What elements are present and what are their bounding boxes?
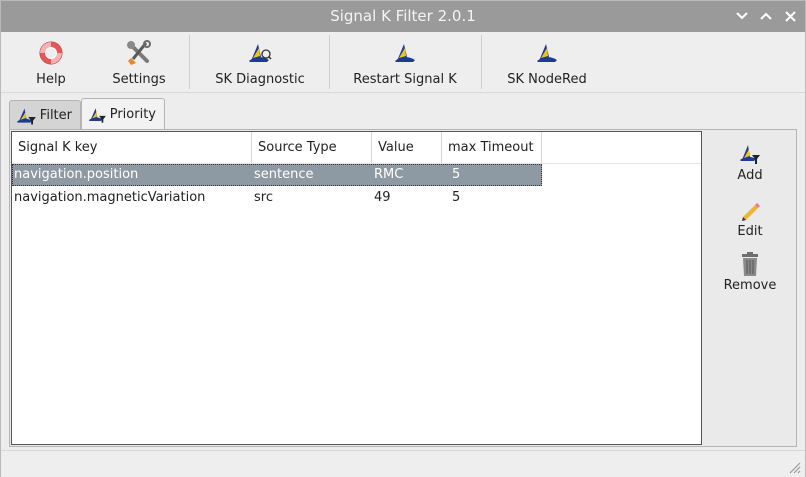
- minimize-button[interactable]: [733, 7, 751, 25]
- table-row[interactable]: navigation.magneticVariation src 49 5: [12, 187, 542, 209]
- sk-diagnostic-label: SK Diagnostic: [215, 72, 305, 87]
- settings-label: Settings: [112, 72, 166, 87]
- tools-icon: [127, 40, 151, 65]
- help-label: Help: [36, 72, 66, 87]
- tab-priority-label: Priority: [109, 107, 156, 122]
- sk-nodered-button[interactable]: SK NodeRed: [499, 32, 595, 92]
- tab-priority[interactable]: Priority: [81, 98, 165, 130]
- restart-signalk-button[interactable]: Restart Signal K: [347, 32, 463, 92]
- signalk-filter-icon: [16, 107, 36, 125]
- cell-timeout: 5: [452, 167, 461, 182]
- close-button[interactable]: [781, 7, 799, 25]
- tab-filter-label: Filter: [39, 108, 72, 123]
- restart-signalk-label: Restart Signal K: [353, 72, 457, 87]
- column-header-value[interactable]: Value: [372, 132, 442, 163]
- window-title: Signal K Filter 2.0.1: [330, 7, 476, 25]
- trash-icon: [742, 252, 758, 276]
- status-bar: [1, 450, 805, 477]
- add-button[interactable]: Add: [705, 141, 795, 183]
- tab-filter[interactable]: Filter: [9, 100, 81, 130]
- add-label: Add: [737, 168, 763, 183]
- maximize-button[interactable]: [757, 7, 775, 25]
- remove-label: Remove: [723, 278, 777, 293]
- signalk-icon: [537, 44, 557, 62]
- table-row[interactable]: navigation.position sentence RMC 5: [12, 164, 542, 186]
- close-icon: [784, 10, 796, 22]
- priority-table[interactable]: Signal K key Source Type Value max Timeo…: [11, 131, 702, 445]
- actions-sidebar: Add Edit Remove: [705, 131, 795, 445]
- help-button[interactable]: Help: [23, 32, 79, 92]
- toolbar: Help Settings SK Diagnostic Restart Sign…: [1, 32, 805, 93]
- settings-button[interactable]: Settings: [107, 32, 171, 92]
- toolbar-separator: [189, 35, 190, 89]
- cell-source-type: src: [254, 190, 273, 205]
- edit-label: Edit: [737, 224, 763, 239]
- cell-timeout: 5: [452, 190, 461, 205]
- toolbar-separator: [481, 35, 482, 89]
- column-header-source-type[interactable]: Source Type: [252, 132, 372, 163]
- sk-nodered-label: SK NodeRed: [507, 72, 587, 87]
- signalk-icon: [395, 44, 415, 62]
- table-header: Signal K key Source Type Value max Timeo…: [12, 132, 701, 164]
- cell-value: RMC: [374, 167, 404, 182]
- sk-diagnostic-button[interactable]: SK Diagnostic: [207, 32, 313, 92]
- cell-value: 49: [374, 190, 391, 205]
- edit-button[interactable]: Edit: [705, 197, 795, 239]
- lifebuoy-icon: [39, 41, 63, 65]
- chevron-down-icon: [736, 12, 748, 20]
- cell-key: navigation.position: [14, 167, 139, 182]
- chevron-up-icon: [760, 12, 772, 20]
- signalk-filter-icon: [88, 107, 106, 123]
- app-window: Signal K Filter 2.0.1 Help Settings SK D…: [0, 0, 806, 477]
- toolbar-separator: [329, 35, 330, 89]
- signalk-filter-add-icon: [740, 145, 760, 164]
- column-header-timeout[interactable]: max Timeout: [442, 132, 542, 163]
- cell-key: navigation.magneticVariation: [14, 190, 206, 205]
- title-bar[interactable]: Signal K Filter 2.0.1: [1, 1, 805, 32]
- column-header-key[interactable]: Signal K key: [12, 132, 252, 163]
- signalk-diagnostic-icon: [249, 44, 272, 62]
- cell-source-type: sentence: [254, 167, 314, 182]
- remove-button[interactable]: Remove: [705, 251, 795, 293]
- priority-panel: Signal K key Source Type Value max Timeo…: [9, 129, 797, 447]
- pencil-icon: [742, 203, 760, 221]
- resize-grip-icon[interactable]: [787, 460, 801, 474]
